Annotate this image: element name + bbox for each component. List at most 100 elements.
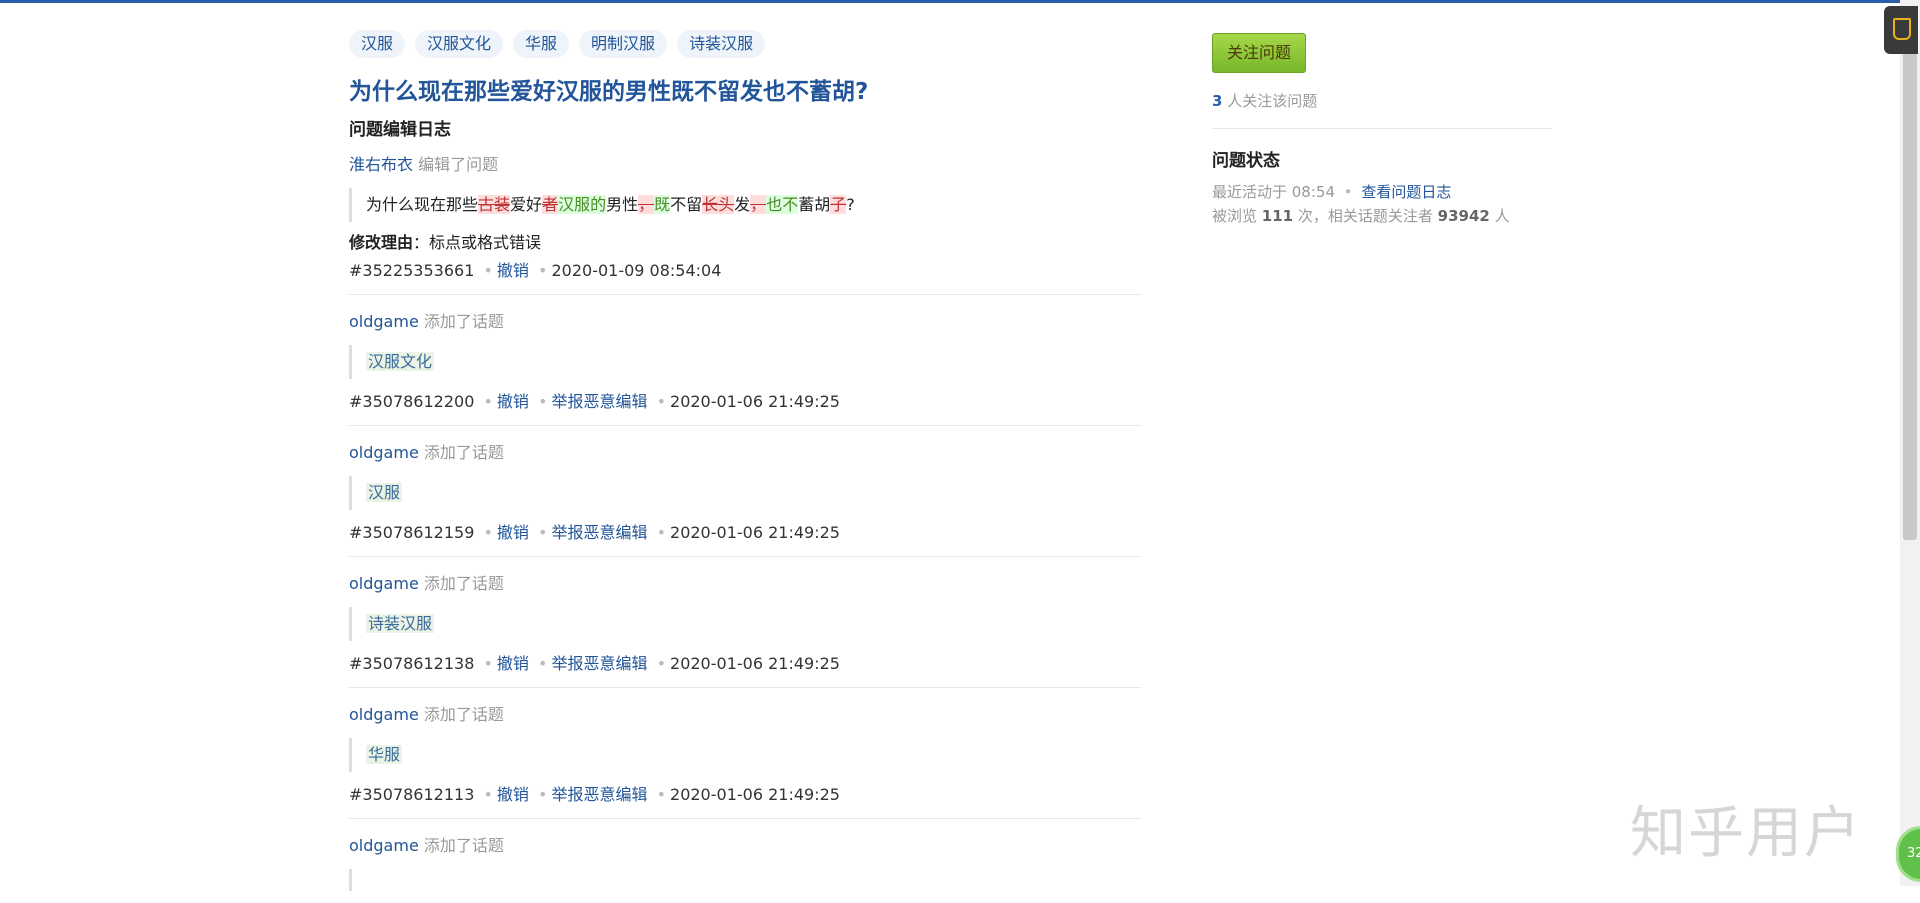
added-topic bbox=[349, 869, 1141, 891]
edit-reason-text: ：标点或格式错误 bbox=[413, 233, 542, 252]
scrollbar-thumb[interactable] bbox=[1903, 40, 1917, 540]
separator-dot: • bbox=[483, 523, 493, 542]
extension-widget[interactable] bbox=[1884, 6, 1918, 54]
log-entry-add-topic: oldgame 添加了话题 华服 #35078612113 • 撤销 • 举报恶意编辑 … bbox=[349, 688, 1141, 819]
views-count: 111 bbox=[1261, 207, 1294, 225]
report-malicious-edit-link[interactable]: 举报恶意编辑 bbox=[551, 785, 647, 804]
report-malicious-edit-link[interactable]: 举报恶意编辑 bbox=[551, 523, 647, 542]
separator-dot: • bbox=[538, 654, 548, 673]
diff-segment-plain: 发 bbox=[734, 195, 751, 214]
last-active-text: 最近活动于 08:54 bbox=[1212, 183, 1335, 201]
report-malicious-edit-link[interactable]: 举报恶意编辑 bbox=[551, 392, 647, 411]
undo-link[interactable]: 撤销 bbox=[497, 523, 529, 542]
views-prefix: 被浏览 bbox=[1212, 207, 1262, 225]
action-text: 添加了话题 bbox=[423, 574, 504, 593]
topic-tag-huafu[interactable]: 华服 bbox=[513, 30, 570, 58]
topic-tag-hanfu-culture[interactable]: 汉服文化 bbox=[415, 30, 504, 58]
edit-reason: 修改理由：标点或格式错误 bbox=[349, 232, 1141, 254]
title-diff: 为什么现在那些古装爱好者汉服的男性，既不留长头发，也不蓄胡子? bbox=[349, 188, 1141, 222]
diff-segment-plain: ? bbox=[846, 195, 855, 214]
topic-link[interactable]: 汉服 bbox=[366, 483, 403, 502]
diff-segment-del: ， bbox=[638, 195, 655, 214]
revision-id: #35225353661 bbox=[349, 261, 475, 280]
cup-icon bbox=[1893, 18, 1911, 40]
separator-dot: • bbox=[483, 654, 493, 673]
log-entry-meta: #35225353661 • 撤销 • 2020-01-09 08:54:04 bbox=[349, 260, 1141, 282]
separator-dot: • bbox=[656, 785, 667, 804]
log-entry-header: oldgame 添加了话题 bbox=[349, 573, 1141, 595]
action-text: 添加了话题 bbox=[423, 443, 504, 462]
actor-link[interactable]: oldgame bbox=[349, 836, 419, 855]
revision-time: 2020-01-09 08:54:04 bbox=[551, 261, 722, 280]
log-entry-meta: #35078612138 • 撤销 • 举报恶意编辑 • 2020-01-06 21:… bbox=[349, 653, 1141, 675]
undo-link[interactable]: 撤销 bbox=[497, 261, 529, 280]
revision-id: #35078612159 bbox=[349, 523, 475, 542]
separator-dot: • bbox=[1343, 183, 1353, 201]
question-title[interactable]: 为什么现在那些爱好汉服的男性既不留发也不蓄胡? bbox=[349, 76, 1141, 108]
actor-link[interactable]: oldgame bbox=[349, 312, 419, 331]
added-topic: 汉服 bbox=[349, 476, 1141, 510]
separator-dot: • bbox=[483, 261, 493, 280]
diff-segment-del: ， bbox=[750, 195, 767, 214]
separator-dot: • bbox=[538, 392, 548, 411]
log-entry-header: oldgame 添加了话题 bbox=[349, 442, 1141, 464]
separator-dot: • bbox=[538, 523, 548, 542]
separator-dot: • bbox=[656, 392, 667, 411]
diff-segment-del: 子 bbox=[830, 195, 847, 214]
diff-segment-plain: 爱好 bbox=[510, 195, 543, 214]
added-topic: 诗装汉服 bbox=[349, 607, 1141, 641]
actor-link[interactable]: 淮右布衣 bbox=[349, 155, 413, 174]
follow-question-button[interactable]: 关注问题 bbox=[1212, 33, 1307, 73]
log-entry-add-topic: oldgame 添加了话题汉服文化 #35078612200 • 撤销 • 举报恶意编… bbox=[349, 295, 1141, 426]
undo-link[interactable]: 撤销 bbox=[497, 785, 529, 804]
log-entry-meta: #35078612200 • 撤销 • 举报恶意编辑 • 2020-01-06 21:… bbox=[349, 391, 1141, 413]
revision-id: #35078612138 bbox=[349, 654, 475, 673]
topic-link[interactable]: 诗装汉服 bbox=[366, 614, 435, 633]
log-entry-header: oldgame 添加了话题 bbox=[349, 835, 1141, 857]
watermark: 知乎用户 bbox=[1630, 801, 1862, 866]
separator-dot: • bbox=[538, 785, 548, 804]
revision-time: 2020-01-06 21:49:25 bbox=[670, 654, 840, 673]
topic-tag-hanfu[interactable]: 汉服 bbox=[349, 30, 406, 58]
diff-segment-ins: 既 bbox=[654, 195, 671, 214]
undo-link[interactable]: 撤销 bbox=[497, 654, 529, 673]
page-scrollbar[interactable] bbox=[1900, 0, 1920, 886]
diff-segment-plain: 为什么现在那些 bbox=[366, 195, 479, 214]
topic-tag-list: 汉服 汉服文化 华服 明制汉服 诗装汉服 bbox=[349, 30, 1141, 58]
last-active-line: 最近活动于 08:54 • 查看问题日志 bbox=[1212, 181, 1552, 203]
diff-segment-del: 长头 bbox=[702, 195, 735, 214]
edit-log-heading: 问题编辑日志 bbox=[349, 120, 451, 140]
added-topic: 汉服文化 bbox=[349, 345, 1141, 379]
main-column: 汉服 汉服文化 华服 明制汉服 诗装汉服 为什么现在那些爱好汉服的男性既不留发也… bbox=[349, 30, 1141, 903]
topic-link[interactable]: 汉服文化 bbox=[366, 352, 435, 371]
log-entry-add-topic: oldgame 添加了话题汉服 #35078612159 • 撤销 • 举报恶意编辑 … bbox=[349, 426, 1141, 557]
revision-id: #35078612113 bbox=[349, 785, 475, 804]
followers-info: 3 人关注该问题 bbox=[1212, 90, 1552, 112]
diff-segment-plain: 不留 bbox=[670, 195, 703, 214]
report-malicious-edit-link[interactable]: 举报恶意编辑 bbox=[551, 654, 647, 673]
separator-dot: • bbox=[483, 392, 493, 411]
topic-tag-ming-hanfu[interactable]: 明制汉服 bbox=[579, 30, 668, 58]
topic-tag-shizhuang-hanfu[interactable]: 诗装汉服 bbox=[677, 30, 766, 58]
undo-link[interactable]: 撤销 bbox=[497, 392, 529, 411]
diff-segment-del: 古装 bbox=[478, 195, 511, 214]
views-mid: 次，相关话题关注者 bbox=[1293, 207, 1438, 225]
followers-text: 人关注该问题 bbox=[1222, 92, 1318, 110]
topic-log-entries: oldgame 添加了话题 汉服文化 #35078612200 • 撤销 • 举报恶意编… bbox=[349, 295, 1141, 903]
action-text: 添加了话题 bbox=[423, 312, 504, 331]
log-entry-header: oldgame 添加了话题 bbox=[349, 704, 1141, 726]
log-entry-meta: #35078612159 • 撤销 • 举报恶意编辑 • 2020-01-06 21:… bbox=[349, 522, 1141, 544]
actor-link[interactable]: oldgame bbox=[349, 443, 419, 462]
topic-link[interactable]: 华服 bbox=[366, 745, 403, 764]
log-entry-add-topic: oldgame 添加了话题 诗装汉服 #35078612138 • 撤销 • 举报恶意编… bbox=[349, 557, 1141, 688]
diff-segment-ins: 汉服的 bbox=[558, 195, 607, 214]
separator-dot: • bbox=[483, 785, 493, 804]
views-line: 被浏览 111 次，相关话题关注者 93942 人 bbox=[1212, 205, 1552, 227]
separator-dot: • bbox=[656, 654, 667, 673]
action-text: 编辑了问题 bbox=[418, 155, 499, 174]
actor-link[interactable]: oldgame bbox=[349, 705, 419, 724]
added-topic: 华服 bbox=[349, 738, 1141, 772]
revision-time: 2020-01-06 21:49:25 bbox=[670, 523, 840, 542]
view-question-log-link[interactable]: 查看问题日志 bbox=[1361, 183, 1451, 201]
actor-link[interactable]: oldgame bbox=[349, 574, 419, 593]
